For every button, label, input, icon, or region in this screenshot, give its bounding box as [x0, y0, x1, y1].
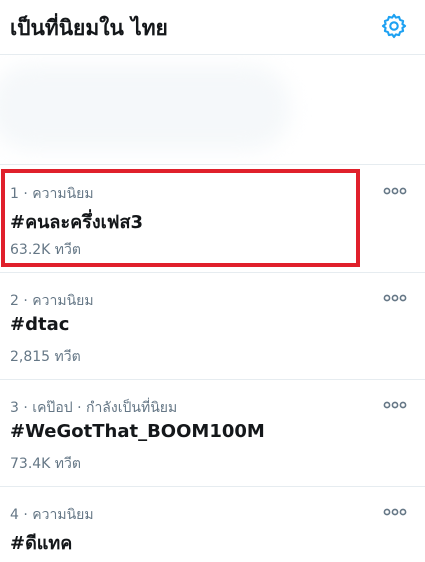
- meta-separator: ·: [18, 186, 33, 202]
- trend-meta: 4 · ความนิยม: [10, 504, 94, 526]
- trend-rank: 1: [10, 186, 19, 202]
- more-dots-icon[interactable]: [382, 505, 408, 519]
- trend-rank: 3: [10, 400, 19, 416]
- blurred-region: [0, 65, 290, 150]
- more-dots-icon[interactable]: [382, 291, 408, 305]
- trend-name[interactable]: #dtac: [10, 314, 69, 335]
- trend-item-2[interactable]: 2 · ความนิยม #dtac 2,815 ทวีต: [0, 273, 425, 380]
- trend-item-3[interactable]: 3 · เคป๊อป · กำลังเป็นที่นิยม #WeGotThat…: [0, 380, 425, 487]
- page-title: เป็นที่นิยมใน ไทย: [10, 16, 168, 40]
- trend-rank: 2: [10, 293, 19, 309]
- trends-header: เป็นที่นิยมใน ไทย: [0, 0, 425, 55]
- trend-name[interactable]: #ดีแทค: [10, 528, 72, 557]
- more-dots-icon[interactable]: [382, 398, 408, 412]
- gear-icon[interactable]: [380, 12, 408, 40]
- trend-meta: 2 · ความนิยม: [10, 290, 94, 312]
- trend-context: ความนิยม: [32, 293, 94, 309]
- trend-tweet-count: 2,815 ทวีต: [10, 349, 81, 365]
- trend-meta: 3 · เคป๊อป · กำลังเป็นที่นิยม: [10, 397, 177, 419]
- meta-separator: ·: [18, 400, 33, 416]
- trend-item-1[interactable]: 1 · ความนิยม #คนละครึ่งเฟส3 63.2K ทวีต: [0, 166, 425, 273]
- meta-separator: ·: [18, 293, 33, 309]
- trend-name[interactable]: #คนละครึ่งเฟส3: [10, 207, 143, 236]
- trend-tweet-count: 63.2K ทวีต: [10, 242, 81, 258]
- trend-name[interactable]: #WeGotThat_BOOM100M: [10, 421, 265, 442]
- trend-context: เคป๊อป · กำลังเป็นที่นิยม: [32, 400, 178, 416]
- trends-panel: เป็นที่นิยมใน ไทย 1 · ความนิยม #คนละครึ่…: [0, 0, 425, 562]
- trend-context: ความนิยม: [32, 507, 94, 523]
- trend-meta: 1 · ความนิยม: [10, 183, 94, 205]
- meta-separator: ·: [18, 507, 33, 523]
- trend-item-4[interactable]: 4 · ความนิยม #ดีแทค: [0, 487, 425, 562]
- blurred-content-area: [0, 55, 425, 165]
- more-dots-icon[interactable]: [382, 184, 408, 198]
- trend-tweet-count: 73.4K ทวีต: [10, 456, 81, 472]
- trend-rank: 4: [10, 507, 19, 523]
- trend-context: ความนิยม: [32, 186, 94, 202]
